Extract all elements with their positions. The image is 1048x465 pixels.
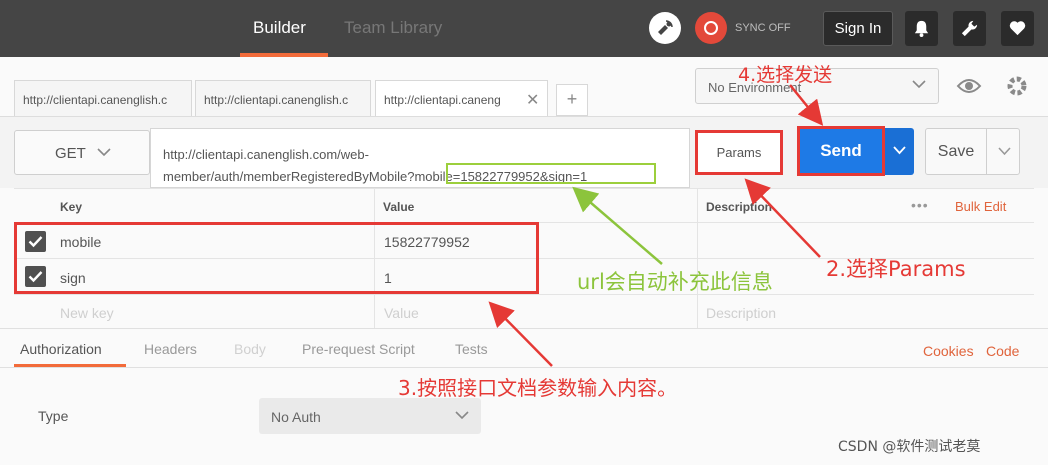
new-tab-button[interactable]: + <box>556 84 588 116</box>
more-options-button[interactable]: ••• <box>911 197 929 213</box>
tab-tests[interactable]: Tests <box>455 341 488 357</box>
url-line-2: member/auth/memberRegisteredByMobile <box>163 169 408 184</box>
eye-icon <box>956 79 982 93</box>
manage-environments-button[interactable] <box>1000 69 1034 103</box>
new-description-input[interactable]: Description <box>706 305 776 321</box>
settings-button[interactable] <box>953 11 986 46</box>
watermark: CSDN @软件测试老莫 <box>838 439 981 455</box>
new-key-input[interactable]: New key <box>60 305 114 321</box>
active-tab-indicator <box>240 53 328 57</box>
table-divider <box>14 294 1034 295</box>
sync-status: SYNC OFF <box>735 22 791 34</box>
send-options-button[interactable] <box>885 128 914 175</box>
bell-icon <box>914 20 929 38</box>
request-tab-active[interactable]: http://clientapi.caneng <box>375 80 548 117</box>
sign-in-button[interactable]: Sign In <box>823 11 893 46</box>
satellite-icon[interactable] <box>649 12 681 44</box>
tab-team-library[interactable]: Team Library <box>344 18 442 38</box>
bulk-edit-link[interactable]: Bulk Edit <box>955 199 1006 214</box>
save-options-button[interactable] <box>986 128 1020 175</box>
send-button[interactable]: Send <box>800 129 882 173</box>
tab-headers[interactable]: Headers <box>144 341 197 357</box>
annotation-step-3: 3.按照接口文档参数输入内容。 <box>398 376 678 400</box>
cookies-link[interactable]: Cookies <box>923 343 974 359</box>
favorites-button[interactable] <box>1001 11 1034 46</box>
column-header-description: Description <box>706 200 773 214</box>
annotation-step-4: 4.选择发送 <box>738 64 833 86</box>
annotation-step-2: 2.选择Params <box>826 257 966 281</box>
tab-builder[interactable]: Builder <box>253 18 306 38</box>
column-header-key: Key <box>60 200 83 214</box>
sync-icon[interactable] <box>695 12 727 44</box>
new-value-input[interactable]: Value <box>384 305 419 321</box>
active-subtab-indicator <box>14 364 126 367</box>
save-button[interactable]: Save <box>925 128 987 175</box>
tab-pre-request-script[interactable]: Pre-request Script <box>302 341 415 357</box>
annotation-url-note: url会自动补充此信息 <box>577 270 773 294</box>
chevron-down-icon <box>455 411 469 420</box>
chevron-down-icon <box>998 147 1011 156</box>
column-header-value: Value <box>383 200 415 214</box>
url-query-highlight <box>446 163 656 184</box>
params-rows-highlight <box>14 222 539 294</box>
gear-icon <box>1007 76 1027 96</box>
environment-quick-look-button[interactable] <box>950 69 988 103</box>
method-label: GET <box>55 145 86 162</box>
tab-body[interactable]: Body <box>234 341 266 357</box>
chevron-down-icon <box>912 80 926 89</box>
chevron-down-icon <box>893 146 906 155</box>
notifications-button[interactable] <box>905 11 938 46</box>
close-icon[interactable]: ✕ <box>526 90 539 110</box>
tab-authorization[interactable]: Authorization <box>20 341 102 357</box>
request-tab[interactable]: http://clientapi.canenglish.c <box>14 80 192 116</box>
params-button[interactable]: Params <box>695 130 783 175</box>
chevron-down-icon <box>97 148 111 157</box>
request-tab[interactable]: http://clientapi.canenglish.c <box>195 80 371 116</box>
method-select[interactable]: GET <box>14 130 150 175</box>
heart-icon <box>1009 21 1026 36</box>
table-divider <box>14 188 1034 189</box>
code-link[interactable]: Code <box>986 343 1019 359</box>
top-bar: Builder Team Library SYNC OFF Sign In <box>0 0 1048 57</box>
column-divider <box>697 188 698 328</box>
auth-type-select[interactable]: No Auth <box>259 398 481 434</box>
auth-type-label: Type <box>38 408 69 424</box>
wrench-icon <box>961 20 978 37</box>
